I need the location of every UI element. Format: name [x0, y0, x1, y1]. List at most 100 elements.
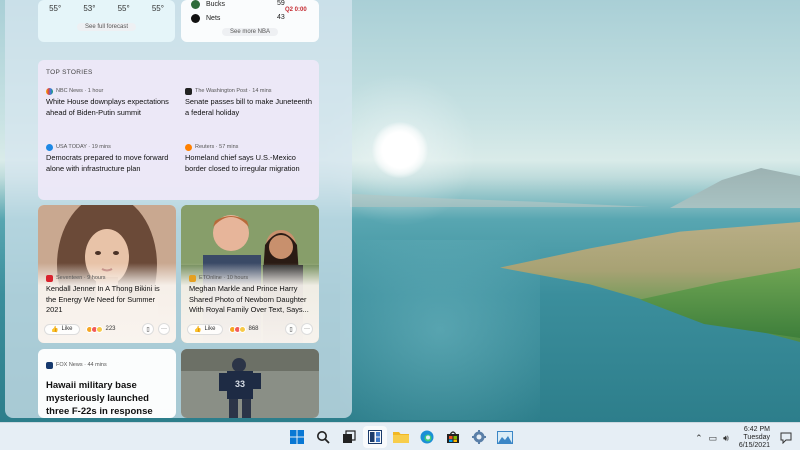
reactions[interactable]: 868: [228, 325, 259, 333]
news-card-fox[interactable]: FOX News · 44 mins Hawaii military base …: [38, 349, 176, 418]
gear-icon: [472, 430, 486, 444]
forecast-temp: 55°: [151, 4, 164, 13]
forecast-temp: 55°: [117, 4, 130, 13]
clock-date: 6/15/2021: [738, 442, 770, 449]
store-bag-icon: [447, 431, 459, 443]
fox-news-icon: [46, 361, 53, 369]
react-emoji-icon: [238, 325, 246, 333]
story-source: NBC News · 1 hour: [46, 87, 178, 95]
search-icon: [317, 431, 330, 444]
like-button[interactable]: 👍 Like: [187, 323, 223, 335]
clock-time: 6:42 PM: [743, 426, 770, 433]
weather-widget[interactable]: 55° 53° 55° 55° See full forecast: [38, 0, 175, 42]
file-explorer-button[interactable]: [389, 426, 413, 448]
folder-icon: [393, 432, 409, 443]
save-button[interactable]: ▯: [285, 323, 297, 335]
photos-icon: [497, 430, 513, 444]
story-item[interactable]: Reuters · 57 mins Homeland chief says U.…: [185, 143, 317, 174]
bookmark-icon: ▯: [146, 326, 150, 333]
story-source-text: The Washington Post · 14 mins: [195, 88, 272, 94]
story-headline: Democrats prepared to move forward alone…: [46, 153, 169, 173]
clock[interactable]: 6:42 PM Tuesday 6/15/2021: [739, 426, 770, 450]
task-view-icon: [343, 430, 356, 443]
game-quarter: Q2 0:00: [285, 7, 307, 13]
widgets-button[interactable]: [363, 426, 387, 448]
top-stories-title: TOP STORIES: [46, 69, 93, 76]
save-button[interactable]: ▯: [142, 323, 154, 335]
news-card-meghan[interactable]: ETOnline · 10 hours Meghan Markle and Pr…: [181, 205, 319, 343]
distant-hill: [670, 168, 800, 208]
like-label: Like: [61, 326, 73, 332]
story-source: Reuters · 57 mins: [185, 143, 317, 151]
story-headline: Senate passes bill to make Juneteenth a …: [185, 97, 312, 117]
chevron-up-icon[interactable]: ⌃: [695, 433, 703, 444]
news-card-football[interactable]: 33: [181, 349, 319, 418]
seventeen-icon: [46, 274, 53, 282]
news-card-kendall[interactable]: Seventeen · 9 hours Kendall Jenner In A …: [38, 205, 176, 343]
team-name: Bucks: [206, 0, 226, 8]
nbc-peacock-icon: [46, 87, 53, 95]
sun: [372, 122, 428, 178]
forecast-temp: 55°: [49, 4, 62, 13]
forecast-temps: 55° 53° 55° 55°: [38, 0, 175, 13]
start-button[interactable]: [285, 426, 309, 448]
nets-logo-icon: [191, 13, 200, 23]
react-emoji-icon: [95, 325, 103, 333]
ellipsis-icon: ···: [161, 326, 167, 332]
svg-text:33: 33: [235, 379, 245, 389]
team-row: Nets: [191, 12, 220, 24]
nba-scores-widget[interactable]: Bucks 59 Q2 0:00 Nets 43 See more NBA: [181, 0, 319, 42]
story-item[interactable]: The Washington Post · 14 mins Senate pas…: [185, 87, 317, 118]
card-actions: 👍 Like 868 ▯ ···: [187, 323, 313, 335]
forecast-temp: 53°: [83, 4, 96, 13]
reaction-count: 223: [105, 326, 116, 332]
task-view-button[interactable]: [337, 426, 361, 448]
see-full-forecast-link[interactable]: See full forecast: [76, 23, 137, 31]
card-actions: 👍 Like 223 ▯ ···: [44, 323, 170, 335]
edge-browser-icon: [420, 430, 434, 444]
edge-button[interactable]: [415, 426, 439, 448]
photos-button[interactable]: [493, 426, 517, 448]
taskbar-apps: [285, 426, 519, 448]
like-label: Like: [204, 326, 216, 332]
story-headline: White House downplays expectations ahead…: [46, 97, 169, 117]
search-button[interactable]: [311, 426, 335, 448]
story-source-text: Reuters · 57 mins: [195, 144, 239, 150]
team-score: 59: [277, 0, 285, 7]
widgets-panel: 55° 53° 55° 55° See full forecast Bucks …: [5, 0, 352, 418]
network-icon[interactable]: ▭: [709, 433, 718, 444]
story-source-text: NBC News · 1 hour: [56, 88, 104, 94]
bookmark-icon: ▯: [289, 326, 293, 333]
card-headline: Meghan Markle and Prince Harry Shared Ph…: [189, 284, 309, 314]
football-player-photo: 33: [181, 349, 319, 418]
top-stories-widget: TOP STORIES NBC News · 1 hour White Hous…: [38, 60, 319, 200]
more-options-button[interactable]: ···: [158, 323, 170, 335]
card-source-text: ETOnline · 10 hours: [199, 275, 249, 281]
team-name: Nets: [206, 14, 221, 22]
card-text: Seventeen · 9 hours Kendall Jenner In A …: [46, 274, 170, 316]
story-source: USA TODAY · 19 mins: [46, 143, 178, 151]
team-row: Bucks: [191, 0, 225, 10]
story-item[interactable]: NBC News · 1 hour White House downplays …: [46, 87, 178, 118]
wapo-icon: [185, 87, 192, 95]
card-headline: Hawaii military base mysteriously launch…: [46, 380, 153, 417]
settings-button[interactable]: [467, 426, 491, 448]
system-tray: ⌃ ▭ 🔊︎ 6:42 PM Tuesday 6/15/2021: [689, 426, 792, 450]
card-source: Seventeen · 9 hours: [46, 274, 170, 282]
ellipsis-icon: ···: [304, 326, 310, 332]
story-item[interactable]: USA TODAY · 19 mins Democrats prepared t…: [46, 143, 178, 174]
reaction-count: 868: [248, 326, 259, 332]
etonline-icon: [189, 274, 196, 282]
store-button[interactable]: [441, 426, 465, 448]
widgets-icon: [368, 430, 382, 444]
more-options-button[interactable]: ···: [301, 323, 313, 335]
see-more-nba-link[interactable]: See more NBA: [221, 28, 279, 36]
volume-icon[interactable]: 🔊︎: [723, 433, 729, 444]
story-headline: Homeland chief says U.S.-Mexico border c…: [185, 153, 300, 173]
card-source-text: Seventeen · 9 hours: [56, 275, 106, 281]
notification-icon[interactable]: [780, 432, 792, 444]
thumbs-up-icon: 👍: [51, 326, 59, 333]
taskbar: ⌃ ▭ 🔊︎ 6:42 PM Tuesday 6/15/2021: [0, 422, 800, 450]
reactions[interactable]: 223: [85, 325, 116, 333]
like-button[interactable]: 👍 Like: [44, 323, 80, 335]
